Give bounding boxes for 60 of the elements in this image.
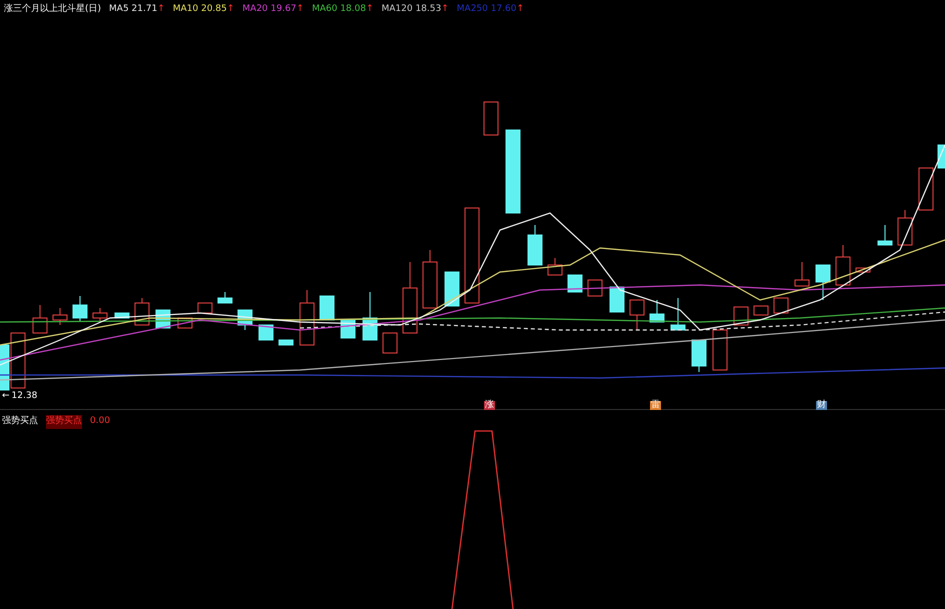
up-arrow-icon: ↑	[296, 3, 304, 17]
candlestick	[568, 274, 582, 292]
candlestick	[734, 306, 748, 326]
candlestick	[382, 332, 398, 354]
indicator-label: 强势买点	[46, 415, 82, 428]
legend-item: MA250 17.60	[456, 3, 517, 16]
candlestick	[402, 262, 418, 334]
legend-item: MA60 18.08	[312, 3, 366, 16]
candlestick	[528, 224, 542, 266]
candlestick	[650, 300, 664, 322]
indicator-name: 强势买点	[2, 415, 38, 428]
candlestick	[114, 312, 130, 318]
candlestick	[898, 210, 912, 246]
legend-item: MA20 19.67	[242, 3, 296, 16]
legend-item: MA10 20.85	[172, 3, 227, 16]
candlestick	[588, 280, 602, 296]
candlestick	[712, 330, 728, 370]
candlestick	[856, 268, 870, 272]
legend-item: MA5 21.71	[109, 3, 158, 16]
legend-item: MA120 18.53	[382, 3, 442, 16]
candlestick	[52, 308, 68, 326]
candlestick	[444, 272, 460, 306]
up-arrow-icon: ↑	[366, 3, 374, 17]
event-marker: 财	[816, 401, 827, 410]
candlestick	[362, 292, 378, 340]
candlestick	[670, 298, 686, 330]
candlestick	[218, 292, 232, 304]
candlestick	[774, 298, 788, 314]
candlestick	[630, 300, 644, 330]
candlestick	[816, 264, 830, 300]
candlestick	[198, 302, 212, 314]
candlestick	[692, 340, 706, 372]
candlestick	[610, 286, 624, 312]
candlestick	[836, 244, 850, 286]
low-price-label: 12.38	[12, 390, 38, 403]
candlestick	[178, 318, 192, 328]
up-arrow-icon: ↑	[516, 3, 524, 17]
candlestick	[794, 262, 810, 286]
event-marker: 雷	[650, 401, 661, 410]
candlestick	[918, 168, 934, 210]
candlestick	[320, 296, 334, 320]
candlestick	[134, 298, 150, 326]
candlestick	[258, 324, 274, 340]
candlestick	[548, 258, 562, 276]
candlestick	[92, 308, 108, 322]
up-arrow-icon: ↑	[226, 3, 234, 17]
candlestick	[754, 306, 768, 316]
candlestick	[484, 102, 498, 136]
candlestick	[300, 290, 314, 346]
low-pointer-icon: ←	[2, 390, 10, 404]
up-arrow-icon: ↑	[441, 3, 449, 17]
candlestick	[422, 250, 438, 308]
candlestick	[278, 340, 294, 346]
event-marker: 涨	[484, 401, 495, 410]
chart-title: 涨三个月以上北斗星(日)	[4, 3, 102, 16]
up-arrow-icon: ↑	[157, 3, 165, 17]
candlestick	[72, 296, 88, 322]
candlestick	[32, 304, 48, 334]
indicator-value: 0.00	[90, 415, 110, 428]
candlestick	[878, 224, 892, 246]
